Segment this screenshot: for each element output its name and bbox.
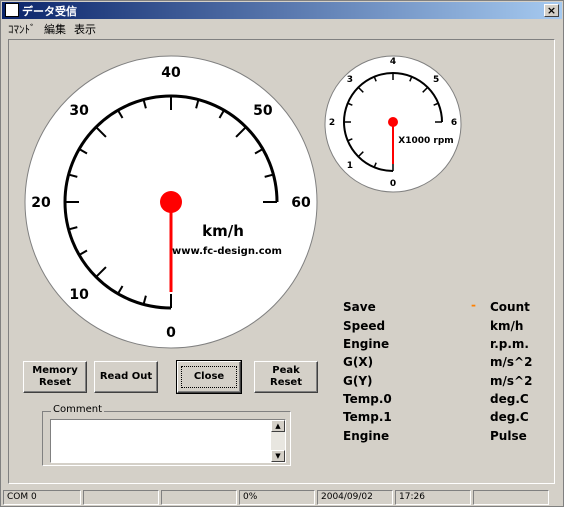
speed-unit-label: km/h: [202, 222, 244, 240]
rpm-gauge: 0 1 2 3 4 5 6 X1000 rpm: [324, 55, 462, 193]
close-button-label: Close: [180, 366, 238, 388]
menu-view[interactable]: 表示: [74, 21, 96, 37]
comment-field[interactable]: ▲ ▼: [50, 419, 286, 463]
close-button[interactable]: Close: [176, 360, 242, 394]
rpm-tick-label: 6: [451, 118, 457, 128]
peak-reset-button[interactable]: Peak Reset: [254, 361, 318, 393]
status-time: 17:26: [395, 490, 471, 505]
status-port: COM 0: [3, 490, 81, 505]
title-bar: データ受信 ×: [2, 2, 562, 19]
info-name: Engine: [343, 429, 390, 443]
info-name: Save: [343, 300, 376, 314]
info-value: Pulse: [490, 429, 527, 443]
info-name: Temp.1: [343, 410, 392, 424]
info-value: r.p.m.: [490, 337, 529, 351]
menu-command[interactable]: ｺﾏﾝﾄﾞ: [8, 21, 36, 37]
info-value: Count: [490, 300, 530, 314]
rpm-tick-label: 3: [347, 75, 353, 85]
status-date: 2004/09/02: [317, 490, 393, 505]
info-name: G(Y): [343, 374, 373, 388]
rpm-tick-label: 4: [390, 57, 396, 67]
comment-scrollbar[interactable]: ▲ ▼: [271, 420, 285, 462]
rpm-tick-label: 2: [329, 118, 335, 128]
info-value: deg.C: [490, 392, 529, 406]
status-cell-empty: [161, 490, 237, 505]
speed-tick-label: 50: [253, 103, 273, 119]
info-value: m/s^2: [490, 355, 533, 369]
close-window-button[interactable]: ×: [544, 4, 559, 17]
read-out-button[interactable]: Read Out: [94, 361, 158, 393]
menu-edit[interactable]: 編集: [44, 21, 66, 37]
info-name: Temp.0: [343, 392, 392, 406]
status-cell-empty: [83, 490, 159, 505]
speed-tick-label: 60: [291, 195, 311, 211]
scroll-down-icon[interactable]: ▼: [271, 450, 285, 462]
app-icon: [5, 3, 19, 17]
app-window: データ受信 × ｺﾏﾝﾄﾞ 編集 表示 0 10 20 30 40 50 60 …: [0, 0, 564, 507]
info-value: km/h: [490, 319, 524, 333]
rpm-tick-label: 1: [347, 161, 353, 171]
menu-bar: ｺﾏﾝﾄﾞ 編集 表示: [2, 20, 562, 37]
site-label: www.fc-design.com: [172, 246, 282, 257]
status-cell-empty: [473, 490, 549, 505]
comment-label: Comment: [51, 404, 104, 415]
info-name: Speed: [343, 319, 386, 333]
status-bar: COM 0 0% 2004/09/02 17:26: [2, 490, 562, 506]
speed-tick-label: 10: [69, 287, 89, 303]
speed-tick-label: 30: [69, 103, 89, 119]
info-name: Engine: [343, 337, 390, 351]
rpm-unit-label: X1000 rpm: [398, 136, 453, 146]
speed-needle-hub: [160, 191, 182, 213]
scroll-up-icon[interactable]: ▲: [271, 420, 285, 432]
rpm-needle-hub: [388, 117, 398, 127]
speed-tick-label: 40: [161, 65, 181, 81]
status-progress: 0%: [239, 490, 315, 505]
memory-reset-button[interactable]: Memory Reset: [23, 361, 87, 393]
speed-gauge: 0 10 20 30 40 50 60 km/h www.fc-design.c…: [24, 55, 318, 349]
save-marker-icon: -: [471, 298, 476, 312]
info-value: deg.C: [490, 410, 529, 424]
speed-tick-label: 0: [166, 325, 176, 341]
rpm-tick-label: 5: [433, 75, 439, 85]
info-value: m/s^2: [490, 374, 533, 388]
speed-tick-label: 20: [31, 195, 51, 211]
window-title: データ受信: [22, 5, 77, 18]
info-name: G(X): [343, 355, 374, 369]
rpm-tick-label: 0: [390, 179, 396, 189]
